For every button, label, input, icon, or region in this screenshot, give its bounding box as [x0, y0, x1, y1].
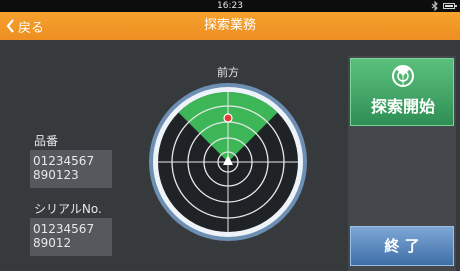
serial-value: 01234567 89012 [30, 218, 112, 256]
serial-label: シリアルNo. [34, 202, 102, 216]
start-search-button[interactable]: 探索開始 [350, 58, 454, 126]
status-bar: 16:23 [0, 0, 460, 12]
direction-label: 前方 [217, 66, 239, 79]
back-button[interactable]: 戻る [6, 12, 44, 40]
serial-value-line2: 89012 [33, 236, 72, 250]
product-value-line1: 01234567 [33, 154, 95, 168]
end-button[interactable]: 終 了 [350, 226, 454, 266]
status-time: 16:23 [217, 1, 243, 11]
radar-display [149, 83, 307, 241]
serial-value-line1: 01234567 [33, 222, 95, 236]
battery-icon [443, 3, 457, 9]
product-label: 品番 [34, 134, 59, 148]
target-dot [223, 113, 233, 123]
chevron-left-icon [6, 19, 14, 33]
page-title: 探索業務 [203, 18, 256, 33]
start-search-label: 探索開始 [370, 97, 435, 116]
radar-search-icon [392, 65, 414, 87]
back-label: 戻る [18, 20, 45, 36]
product-value: 01234567 890123 [30, 150, 112, 188]
product-value-line2: 890123 [33, 168, 79, 182]
bluetooth-icon [431, 1, 438, 11]
